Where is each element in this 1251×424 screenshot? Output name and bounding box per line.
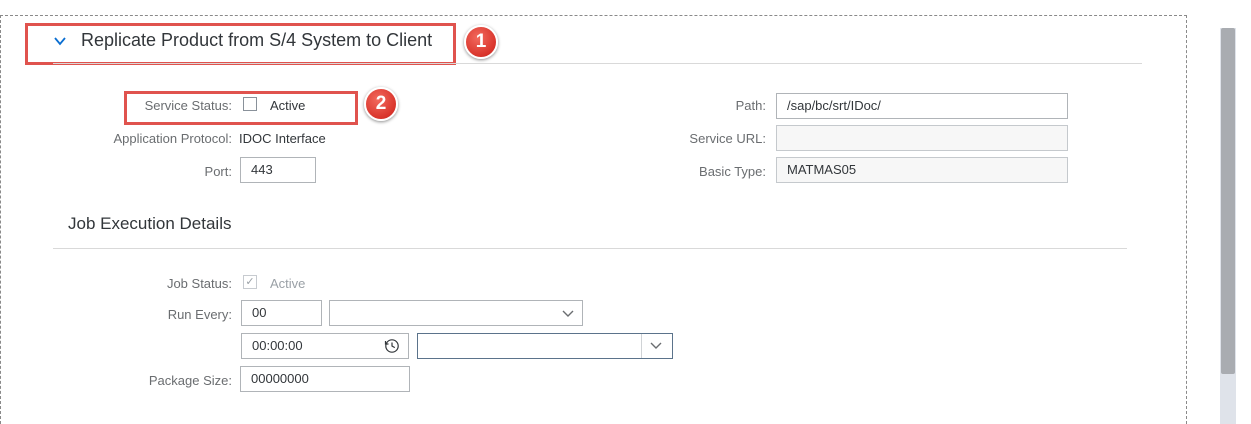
job-status-value: Active xyxy=(270,276,306,291)
annotation-badge-1: 1 xyxy=(464,25,498,59)
time-unit-select[interactable] xyxy=(417,333,673,359)
port-input[interactable]: 443 xyxy=(240,157,316,183)
basic-type-label: Basic Type: xyxy=(699,164,766,179)
job-execution-title: Job Execution Details xyxy=(68,214,232,233)
path-label: Path: xyxy=(735,98,766,113)
highlight-box-2 xyxy=(124,91,358,125)
service-url-label: Service URL: xyxy=(689,131,766,146)
job-section-divider xyxy=(53,248,1127,249)
port-label: Port: xyxy=(204,164,232,179)
time-picker-icon[interactable] xyxy=(384,338,400,354)
basic-type-field: MATMAS05 xyxy=(776,157,1068,183)
highlight-box-1 xyxy=(25,23,456,65)
select-divider xyxy=(641,334,642,358)
section-divider xyxy=(53,63,1142,64)
application-protocol-value: IDOC Interface xyxy=(239,131,326,146)
run-every-input[interactable]: 00 xyxy=(241,300,322,326)
chevron-down-icon[interactable] xyxy=(562,310,574,318)
job-status-label: Job Status: xyxy=(166,276,232,291)
job-status-checkbox: ✓ xyxy=(243,275,257,289)
annotation-badge-2: 2 xyxy=(364,87,398,121)
package-size-label: Package Size: xyxy=(148,373,232,388)
service-url-field xyxy=(776,125,1068,151)
path-input[interactable]: /sap/bc/srt/IDoc/ xyxy=(776,93,1068,119)
run-every-label: Run Every: xyxy=(167,307,232,322)
chevron-down-icon[interactable] xyxy=(650,342,662,350)
package-size-input[interactable]: 00000000 xyxy=(240,366,410,392)
vertical-scrollbar-thumb[interactable] xyxy=(1221,28,1235,374)
application-protocol-label: Application Protocol: xyxy=(113,131,232,146)
run-every-unit-select[interactable] xyxy=(329,300,583,326)
